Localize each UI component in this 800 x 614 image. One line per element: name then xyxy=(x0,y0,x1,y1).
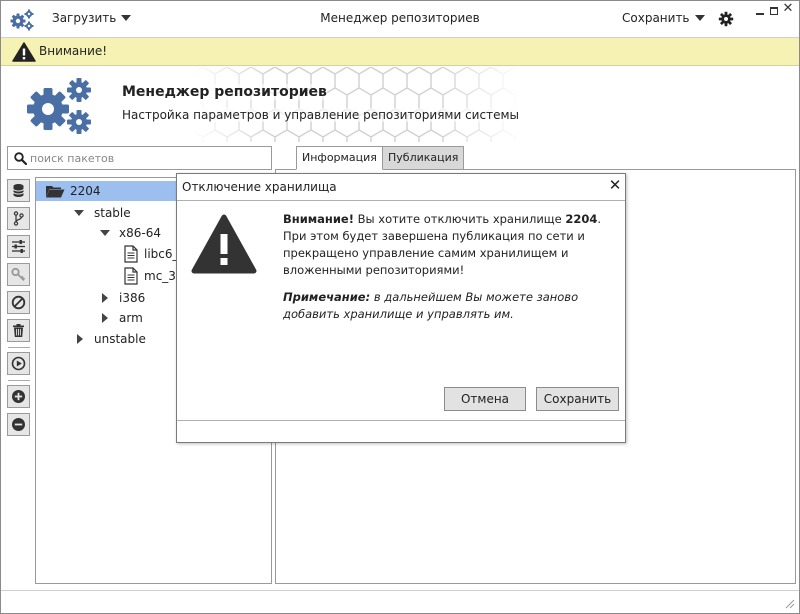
tree-item-label: mc_3 xyxy=(144,269,176,283)
tree-item-label: i386 xyxy=(119,291,146,305)
warning-icon xyxy=(191,214,257,274)
window-close-button[interactable]: ✕ xyxy=(781,1,795,18)
hexagon-pattern xyxy=(191,67,521,142)
gears-icon[interactable] xyxy=(9,8,35,32)
tree-item-label: arm xyxy=(119,311,143,325)
dialog-warning-label: Внимание! xyxy=(283,212,354,226)
tree-item-label: x86-64 xyxy=(119,226,161,240)
close-icon: ✕ xyxy=(782,1,794,16)
chevron-down-icon xyxy=(121,15,132,21)
disable-storage-dialog: Отключение хранилища ✕ Внимание! Вы хоти… xyxy=(176,173,626,443)
tree-item-label: unstable xyxy=(94,332,146,346)
minus-circle-icon xyxy=(12,418,25,431)
tree-item-label: stable xyxy=(94,206,131,220)
sliders-icon xyxy=(12,240,25,253)
dialog-message: Внимание! Вы хотите отключить хранилище … xyxy=(283,211,603,279)
settings-sliders-button[interactable] xyxy=(7,235,30,258)
expand-down-icon xyxy=(100,230,110,236)
resize-grip-icon[interactable] xyxy=(783,597,795,609)
expand-right-icon xyxy=(77,334,83,344)
file-icon xyxy=(124,245,138,263)
cancel-button[interactable]: Отмена xyxy=(444,387,526,411)
search-input[interactable] xyxy=(30,150,266,167)
minimize-icon xyxy=(756,13,764,15)
chevron-down-icon xyxy=(694,15,705,21)
maximize-icon xyxy=(770,7,778,15)
tab-publication[interactable]: Публикация xyxy=(382,146,465,170)
tree-item-2204[interactable]: 2204 xyxy=(36,181,176,201)
dialog-divider xyxy=(177,200,625,201)
save-menu-label: Сохранить xyxy=(622,11,690,25)
dialog-close-button[interactable]: ✕ xyxy=(607,177,623,193)
tree-item-label: libc6_ xyxy=(144,247,179,261)
key-button[interactable] xyxy=(7,263,30,286)
block-icon xyxy=(11,295,26,310)
save-button[interactable]: Сохранить xyxy=(536,387,619,411)
publish-button[interactable] xyxy=(7,352,30,375)
load-menu[interactable]: Загрузить xyxy=(52,11,132,25)
file-icon xyxy=(124,267,138,285)
gear-icon[interactable] xyxy=(718,11,734,27)
title-bar: Загрузить Менеджер репозиториев Сохранит… xyxy=(1,1,799,38)
dialog-title: Отключение хранилища xyxy=(182,180,337,194)
package-search xyxy=(7,146,272,170)
toolbar-divider xyxy=(8,347,30,348)
header-subtitle: Настройка параметров и управление репози… xyxy=(122,108,519,122)
warning-icon xyxy=(12,42,36,62)
dialog-divider xyxy=(177,420,625,421)
plus-circle-icon xyxy=(12,390,25,403)
dialog-storage-name: 2204 xyxy=(565,212,598,226)
header-title: Менеджер репозиториев xyxy=(122,84,327,100)
status-bar-divider xyxy=(1,590,799,591)
trash-icon xyxy=(13,324,24,337)
save-menu[interactable]: Сохранить xyxy=(622,11,705,25)
branch-button[interactable] xyxy=(7,207,30,230)
expand-down-icon xyxy=(74,210,84,216)
disable-button[interactable] xyxy=(7,291,30,314)
expand-right-icon xyxy=(102,293,108,303)
play-icon xyxy=(11,356,26,371)
tab-information[interactable]: Информация xyxy=(296,146,383,170)
search-icon xyxy=(14,152,27,165)
warning-text: Внимание! xyxy=(39,44,108,58)
gears-logo-icon xyxy=(27,78,91,134)
database-button[interactable] xyxy=(7,179,30,202)
add-button[interactable] xyxy=(7,385,30,408)
expand-right-icon xyxy=(102,313,108,323)
database-icon xyxy=(13,184,24,197)
dialog-message-text: Вы хотите отключить хранилище xyxy=(353,212,566,226)
page-header: Менеджер репозиториев Настройка параметр… xyxy=(1,67,799,142)
warning-bar: Внимание! xyxy=(1,38,799,66)
delete-button[interactable] xyxy=(7,319,30,342)
dialog-note: Примечание: в дальнейшем Вы можете занов… xyxy=(283,289,603,323)
close-icon: ✕ xyxy=(608,176,622,194)
branch-icon xyxy=(13,211,24,226)
load-menu-label: Загрузить xyxy=(52,11,117,25)
app-window: Загрузить Менеджер репозиториев Сохранит… xyxy=(0,0,800,614)
remove-button[interactable] xyxy=(7,413,30,436)
dialog-note-label: Примечание: xyxy=(283,290,371,304)
maximize-button[interactable] xyxy=(767,4,781,18)
key-icon xyxy=(11,267,26,282)
minimize-button[interactable] xyxy=(753,4,767,18)
folder-open-icon xyxy=(46,186,65,198)
toolbar-divider xyxy=(8,380,30,381)
tree-item-label: 2204 xyxy=(70,184,101,198)
